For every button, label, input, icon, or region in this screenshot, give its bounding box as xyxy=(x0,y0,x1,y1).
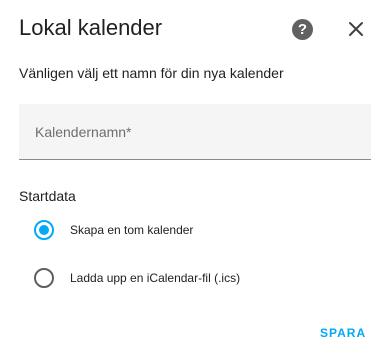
calendar-name-input[interactable] xyxy=(19,104,371,159)
save-button[interactable]: SPARA xyxy=(320,325,366,341)
radio-unchecked-icon[interactable] xyxy=(34,268,54,288)
radio-label[interactable]: Skapa en tom kalender xyxy=(70,222,193,238)
calendar-name-field[interactable] xyxy=(19,104,371,160)
dialog-subtitle: Vänligen välj ett namn för din nya kalen… xyxy=(19,65,284,81)
dialog-header: Lokal kalender ? xyxy=(19,14,374,46)
radio-dot xyxy=(39,225,49,235)
local-calendar-dialog: Lokal kalender ? Vänligen välj ett namn … xyxy=(0,0,388,351)
radio-label[interactable]: Ladda upp en iCalendar-fil (.ics) xyxy=(70,270,240,286)
radio-option-empty-calendar[interactable]: Skapa en tom kalender xyxy=(32,218,332,242)
radio-option-upload-ics[interactable]: Ladda upp en iCalendar-fil (.ics) xyxy=(32,266,332,290)
radio-checked-icon[interactable] xyxy=(34,220,54,240)
help-icon[interactable]: ? xyxy=(292,19,313,40)
start-data-label: Startdata xyxy=(19,188,76,204)
close-icon[interactable] xyxy=(345,18,367,40)
dialog-title: Lokal kalender xyxy=(19,15,163,40)
